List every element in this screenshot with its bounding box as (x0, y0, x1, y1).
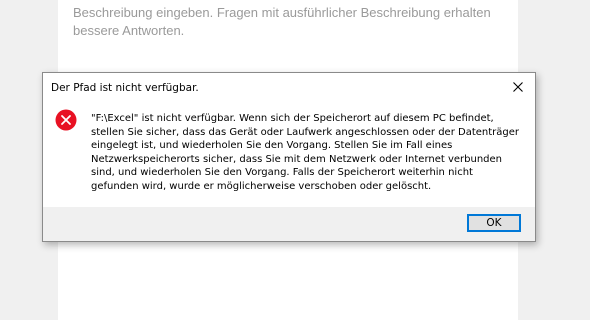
dialog-footer: OK (43, 207, 535, 241)
dialog-titlebar: Der Pfad ist nicht verfügbar. (43, 73, 535, 103)
error-dialog: Der Pfad ist nicht verfügbar. "F:\Excel"… (42, 72, 536, 242)
close-icon (513, 82, 523, 92)
dialog-title: Der Pfad ist nicht verfügbar. (51, 82, 199, 94)
description-placeholder: Beschreibung eingeben. Fragen mit ausfüh… (73, 5, 491, 38)
ok-button[interactable]: OK (467, 214, 521, 232)
dialog-message: "F:\Excel" ist nicht verfügbar. Wenn sic… (91, 113, 519, 192)
error-icon (55, 109, 77, 131)
close-button[interactable] (501, 73, 535, 101)
